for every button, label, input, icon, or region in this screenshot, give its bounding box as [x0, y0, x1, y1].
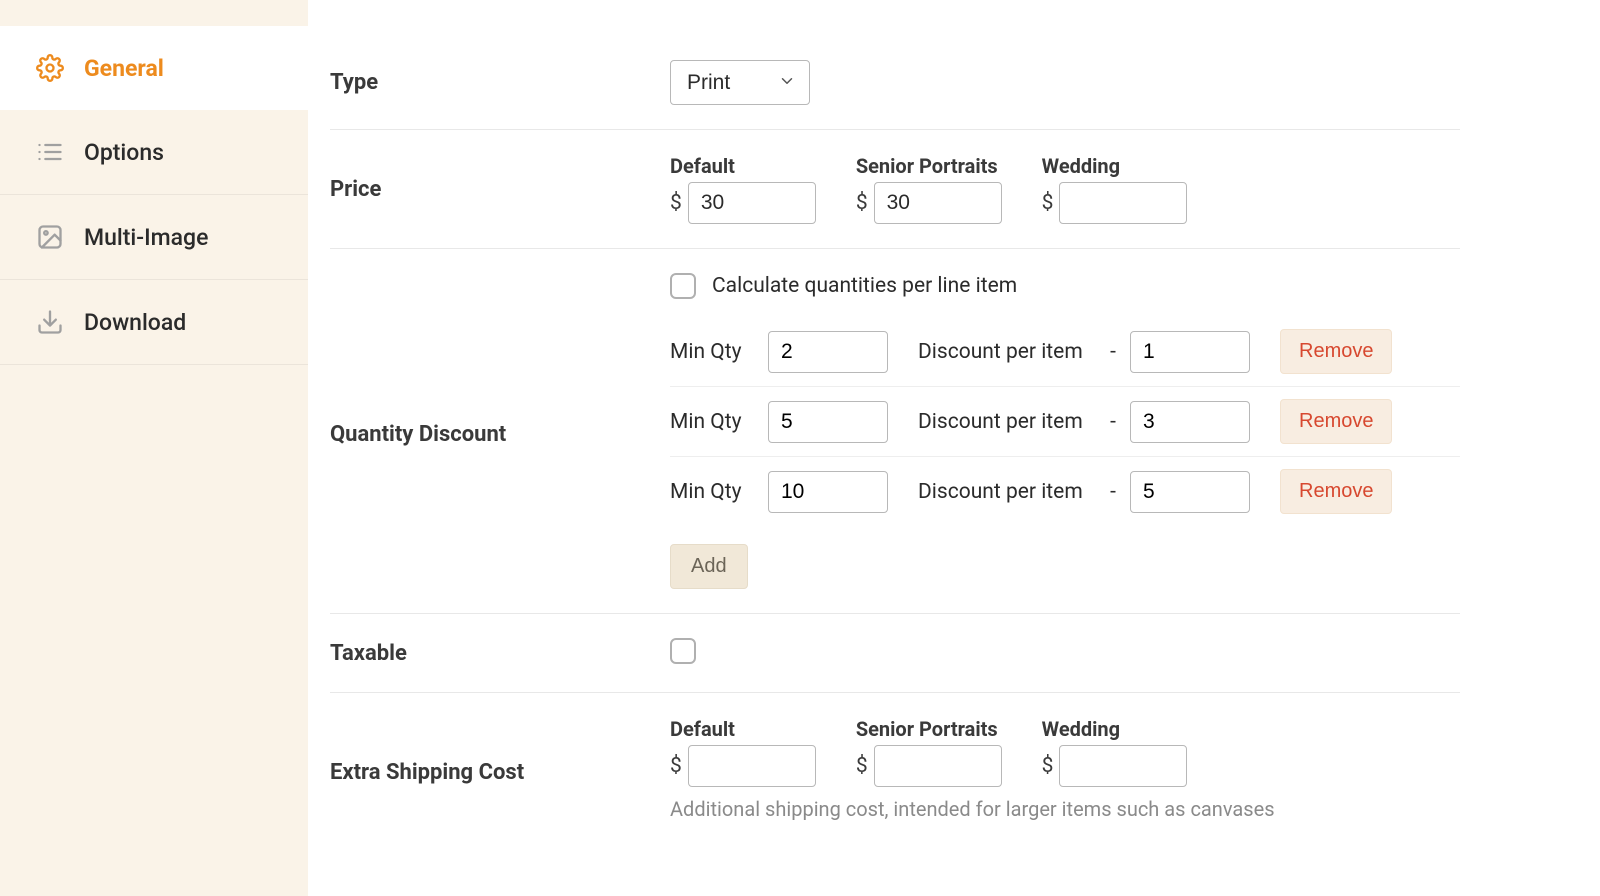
price-wedding-input[interactable] — [1059, 182, 1187, 224]
min-qty-input[interactable] — [768, 331, 888, 373]
discount-input[interactable] — [1130, 401, 1250, 443]
currency-symbol: $ — [856, 191, 868, 215]
extra-shipping-help: Additional shipping cost, intended for l… — [670, 797, 1460, 821]
min-qty-label: Min Qty — [670, 480, 756, 504]
label-price: Price — [330, 177, 670, 202]
ship-col-label: Senior Portraits — [856, 717, 1002, 741]
label-taxable: Taxable — [330, 641, 670, 666]
currency-symbol: $ — [1042, 754, 1054, 778]
ship-col-default: Default $ — [670, 717, 816, 787]
price-default-input[interactable] — [688, 182, 816, 224]
min-qty-label: Min Qty — [670, 410, 756, 434]
minus-symbol: - — [1108, 340, 1118, 364]
add-button[interactable]: Add — [670, 544, 748, 589]
label-type: Type — [330, 70, 670, 95]
sidebar: General Options Multi-Image — [0, 0, 308, 896]
discount-label: Discount per item — [918, 340, 1096, 364]
currency-symbol: $ — [1042, 191, 1054, 215]
image-icon — [36, 223, 64, 251]
price-col-label: Senior Portraits — [856, 154, 1002, 178]
discount-input[interactable] — [1130, 331, 1250, 373]
minus-symbol: - — [1108, 410, 1118, 434]
currency-symbol: $ — [856, 754, 868, 778]
row-type: Type Print — [330, 40, 1460, 130]
row-extra-shipping: Extra Shipping Cost Default $ Senior Por… — [330, 693, 1460, 845]
remove-button[interactable]: Remove — [1280, 399, 1392, 444]
sidebar-item-label: Download — [84, 309, 186, 336]
remove-button[interactable]: Remove — [1280, 469, 1392, 514]
ship-default-input[interactable] — [688, 745, 816, 787]
currency-symbol: $ — [670, 191, 682, 215]
price-col-label: Wedding — [1042, 154, 1188, 178]
calc-per-line-checkbox[interactable] — [670, 273, 696, 299]
sidebar-item-label: Options — [84, 139, 164, 166]
minus-symbol: - — [1108, 480, 1118, 504]
list-icon — [36, 138, 64, 166]
label-quantity-discount: Quantity Discount — [330, 416, 670, 447]
label-extra-shipping: Extra Shipping Cost — [330, 754, 670, 785]
sidebar-item-label: Multi-Image — [84, 224, 208, 251]
sidebar-item-multi-image[interactable]: Multi-Image — [0, 195, 308, 280]
price-col-senior: Senior Portraits $ — [856, 154, 1002, 224]
remove-button[interactable]: Remove — [1280, 329, 1392, 374]
discount-label: Discount per item — [918, 480, 1096, 504]
sidebar-item-download[interactable]: Download — [0, 280, 308, 365]
discount-label: Discount per item — [918, 410, 1096, 434]
min-qty-input[interactable] — [768, 471, 888, 513]
currency-symbol: $ — [670, 754, 682, 778]
sidebar-item-options[interactable]: Options — [0, 110, 308, 195]
ship-senior-input[interactable] — [874, 745, 1002, 787]
row-taxable: Taxable — [330, 614, 1460, 693]
qd-row: Min Qty Discount per item - Remove — [670, 387, 1460, 457]
download-icon — [36, 308, 64, 336]
price-col-default: Default $ — [670, 154, 816, 224]
price-col-wedding: Wedding $ — [1042, 154, 1188, 224]
type-select[interactable]: Print — [670, 60, 810, 105]
min-qty-label: Min Qty — [670, 340, 756, 364]
price-senior-input[interactable] — [874, 182, 1002, 224]
price-col-label: Default — [670, 154, 816, 178]
sidebar-item-label: General — [84, 55, 164, 82]
ship-col-label: Default — [670, 717, 816, 741]
row-quantity-discount: Quantity Discount Calculate quantities p… — [330, 249, 1460, 614]
sidebar-item-general[interactable]: General — [0, 26, 308, 110]
ship-col-label: Wedding — [1042, 717, 1188, 741]
row-price: Price Default $ Senior Portraits $ — [330, 130, 1460, 249]
min-qty-input[interactable] — [768, 401, 888, 443]
ship-col-senior: Senior Portraits $ — [856, 717, 1002, 787]
ship-wedding-input[interactable] — [1059, 745, 1187, 787]
ship-col-wedding: Wedding $ — [1042, 717, 1188, 787]
discount-input[interactable] — [1130, 471, 1250, 513]
gear-icon — [36, 54, 64, 82]
qd-row: Min Qty Discount per item - Remove — [670, 317, 1460, 387]
main-content: Type Print Price Default $ — [308, 0, 1600, 896]
taxable-checkbox[interactable] — [670, 638, 696, 664]
qd-row: Min Qty Discount per item - Remove — [670, 457, 1460, 526]
calc-per-line-label: Calculate quantities per line item — [712, 274, 1017, 298]
